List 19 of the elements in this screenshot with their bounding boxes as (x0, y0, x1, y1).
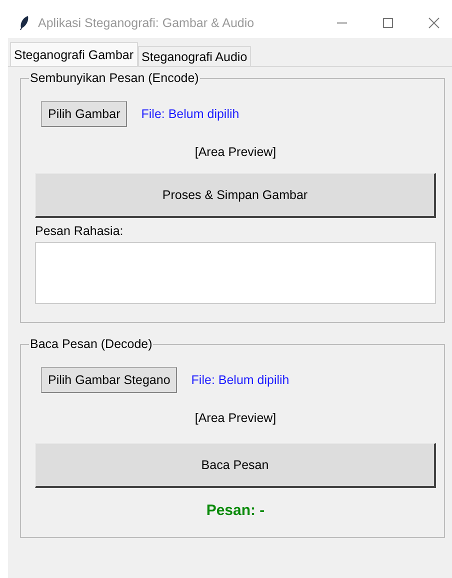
tab[interactable]: Steganografi Gambar (10, 42, 138, 66)
frame-legend: Sembunyikan Pesan (Encode) (29, 71, 200, 85)
message-label: Pesan Rahasia: (35, 224, 124, 238)
tab[interactable]: Steganografi Audio (138, 46, 252, 66)
choose-image-button[interactable]: Pilih Gambar (41, 101, 128, 127)
window-title: Aplikasi Steganografi: Gambar & Audio (38, 16, 256, 30)
process-button[interactable]: Proses & Simpan Gambar (35, 173, 436, 218)
result-label: Pesan: - (206, 502, 265, 519)
message-field[interactable] (35, 242, 436, 304)
preview-label: [Area Preview] (194, 145, 276, 159)
read-message-button[interactable]: Baca Pesan (35, 443, 436, 488)
close-icon[interactable] (428, 17, 440, 29)
file-label: File: Belum dipilih (191, 373, 290, 387)
file-label: File: Belum dipilih (141, 107, 240, 121)
frame-legend: Baca Pesan (Decode) (29, 337, 154, 351)
maximize-icon[interactable] (382, 17, 394, 29)
preview-label: [Area Preview] (194, 411, 276, 425)
choose-image-button[interactable]: Pilih Gambar Stegano (41, 367, 178, 393)
feather-icon (18, 15, 30, 31)
